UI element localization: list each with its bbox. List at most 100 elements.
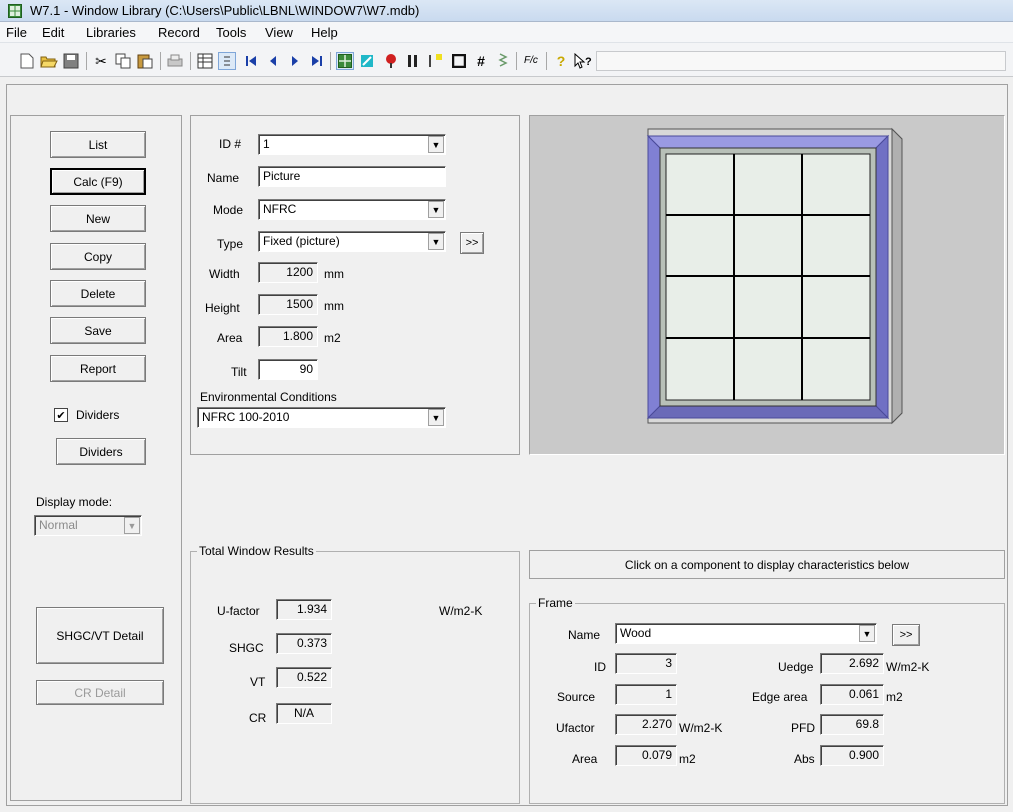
height-unit: mm: [324, 299, 344, 313]
frame-left[interactable]: [647, 134, 661, 420]
environmental-conditions-select[interactable]: NFRC 100-2010 ▼: [197, 407, 446, 428]
toolbar: ✂ # F/c ? ?: [0, 43, 1013, 77]
frame-bottom[interactable]: [646, 405, 890, 419]
toolbar-separator: [160, 52, 161, 70]
context-help-icon[interactable]: ?: [574, 52, 592, 70]
menu-tools[interactable]: Tools: [216, 25, 246, 40]
environmental-conditions-label: Environmental Conditions: [200, 390, 337, 404]
frame-icon[interactable]: [404, 52, 422, 70]
chevron-down-icon[interactable]: ▼: [428, 409, 444, 426]
calc-icon[interactable]: F/c: [522, 52, 540, 70]
mode-label: Mode: [213, 203, 244, 217]
chevron-down-icon[interactable]: ▼: [428, 136, 444, 153]
display-mode-select[interactable]: Normal ▼: [34, 515, 142, 536]
grid-icon[interactable]: #: [472, 52, 490, 70]
tilt-input[interactable]: 90: [258, 359, 318, 380]
vt-label: VT: [250, 675, 266, 689]
report-button[interactable]: Report: [50, 355, 146, 382]
type-details-button[interactable]: >>: [460, 232, 484, 254]
last-record-icon[interactable]: [308, 52, 326, 70]
help-icon[interactable]: ?: [552, 52, 570, 70]
list-view-icon[interactable]: [196, 52, 214, 70]
type-select[interactable]: Fixed (picture) ▼: [258, 231, 446, 252]
shgc-label: SHGC: [229, 641, 264, 655]
menu-edit[interactable]: Edit: [42, 25, 64, 40]
previous-record-icon[interactable]: [264, 52, 282, 70]
spacer-icon[interactable]: [494, 52, 512, 70]
cut-icon[interactable]: ✂: [92, 52, 110, 70]
open-icon[interactable]: [40, 52, 58, 70]
pfd-label: PFD: [791, 721, 815, 735]
width-unit: mm: [324, 267, 344, 281]
display-mode-value: Normal: [39, 518, 78, 532]
menu-libraries[interactable]: Libraries: [86, 25, 136, 40]
save-icon[interactable]: [62, 52, 80, 70]
frame-right[interactable]: [875, 134, 889, 420]
mode-value: NFRC: [263, 202, 297, 216]
paste-icon[interactable]: [136, 52, 154, 70]
frame-area-unit: m2: [679, 752, 696, 766]
frame-id-label: ID: [594, 660, 606, 674]
frame-ufactor-value: 2.270: [615, 714, 677, 735]
detail-view-icon[interactable]: [218, 52, 236, 70]
gas-icon[interactable]: [382, 52, 400, 70]
window-icon[interactable]: [336, 52, 354, 70]
window-preview[interactable]: [529, 115, 1005, 455]
toolbar-separator: [190, 52, 191, 70]
total-window-results-group: Total Window Results: [190, 544, 520, 804]
menu-bar: File Edit Libraries Record Tools View He…: [0, 22, 1013, 43]
frame-top[interactable]: [646, 135, 890, 149]
menu-help[interactable]: Help: [311, 25, 338, 40]
frame-name-label: Name: [568, 628, 601, 642]
new-icon[interactable]: [18, 52, 36, 70]
window-app-icon: [8, 4, 22, 18]
calc-button[interactable]: Calc (F9): [50, 168, 146, 195]
shgc-vt-detail-button[interactable]: SHGC/VT Detail: [36, 607, 164, 664]
chevron-down-icon[interactable]: ▼: [428, 201, 444, 218]
uedge-label: Uedge: [778, 660, 814, 674]
toolbar-blank-area: [596, 51, 1006, 71]
area-unit: m2: [324, 331, 341, 345]
first-record-icon[interactable]: [242, 52, 260, 70]
frame-details-button[interactable]: >>: [892, 624, 920, 646]
chevron-down-icon[interactable]: ▼: [859, 625, 875, 642]
type-value: Fixed (picture): [263, 234, 340, 248]
delete-button[interactable]: Delete: [50, 280, 146, 307]
list-button[interactable]: List: [50, 131, 146, 158]
width-label: Width: [209, 267, 240, 281]
dividers-checkbox[interactable]: ✔: [54, 408, 68, 422]
glazing-icon[interactable]: [358, 52, 376, 70]
component-hint: Click on a component to display characte…: [529, 550, 1005, 579]
chevron-down-icon[interactable]: ▼: [124, 517, 140, 534]
environmental-conditions-value: NFRC 100-2010: [202, 410, 290, 424]
save-button[interactable]: Save: [50, 317, 146, 344]
next-record-icon[interactable]: [286, 52, 304, 70]
dividers-button[interactable]: Dividers: [56, 438, 146, 465]
edge-area-unit: m2: [886, 690, 903, 704]
area-label: Area: [217, 331, 243, 345]
uedge-value: 2.692: [820, 653, 884, 674]
mode-select[interactable]: NFRC ▼: [258, 199, 446, 220]
copy-icon[interactable]: [114, 52, 132, 70]
copy-button[interactable]: Copy: [50, 243, 146, 270]
menu-file[interactable]: File: [6, 25, 27, 40]
print-icon[interactable]: [166, 52, 184, 70]
frame-name-select[interactable]: Wood ▼: [615, 623, 877, 644]
new-button[interactable]: New: [50, 205, 146, 232]
shading-icon[interactable]: [450, 52, 468, 70]
chevron-down-icon[interactable]: ▼: [428, 233, 444, 250]
frame-area-value: 0.079: [615, 745, 677, 766]
window-title: W7.1 - Window Library (C:\Users\Public\L…: [30, 3, 420, 18]
frame-ufactor-unit: W/m2-K: [679, 721, 723, 735]
display-mode-label: Display mode:: [36, 495, 113, 509]
divider-icon[interactable]: [426, 52, 444, 70]
cr-detail-button[interactable]: CR Detail: [36, 680, 164, 705]
type-label: Type: [217, 237, 244, 251]
id-select[interactable]: 1 ▼: [258, 134, 446, 155]
vt-value: 0.522: [276, 667, 332, 688]
menu-record[interactable]: Record: [158, 25, 200, 40]
cr-label: CR: [249, 711, 267, 725]
toolbar-separator: [546, 52, 547, 70]
name-input[interactable]: Picture: [258, 166, 446, 187]
menu-view[interactable]: View: [265, 25, 293, 40]
